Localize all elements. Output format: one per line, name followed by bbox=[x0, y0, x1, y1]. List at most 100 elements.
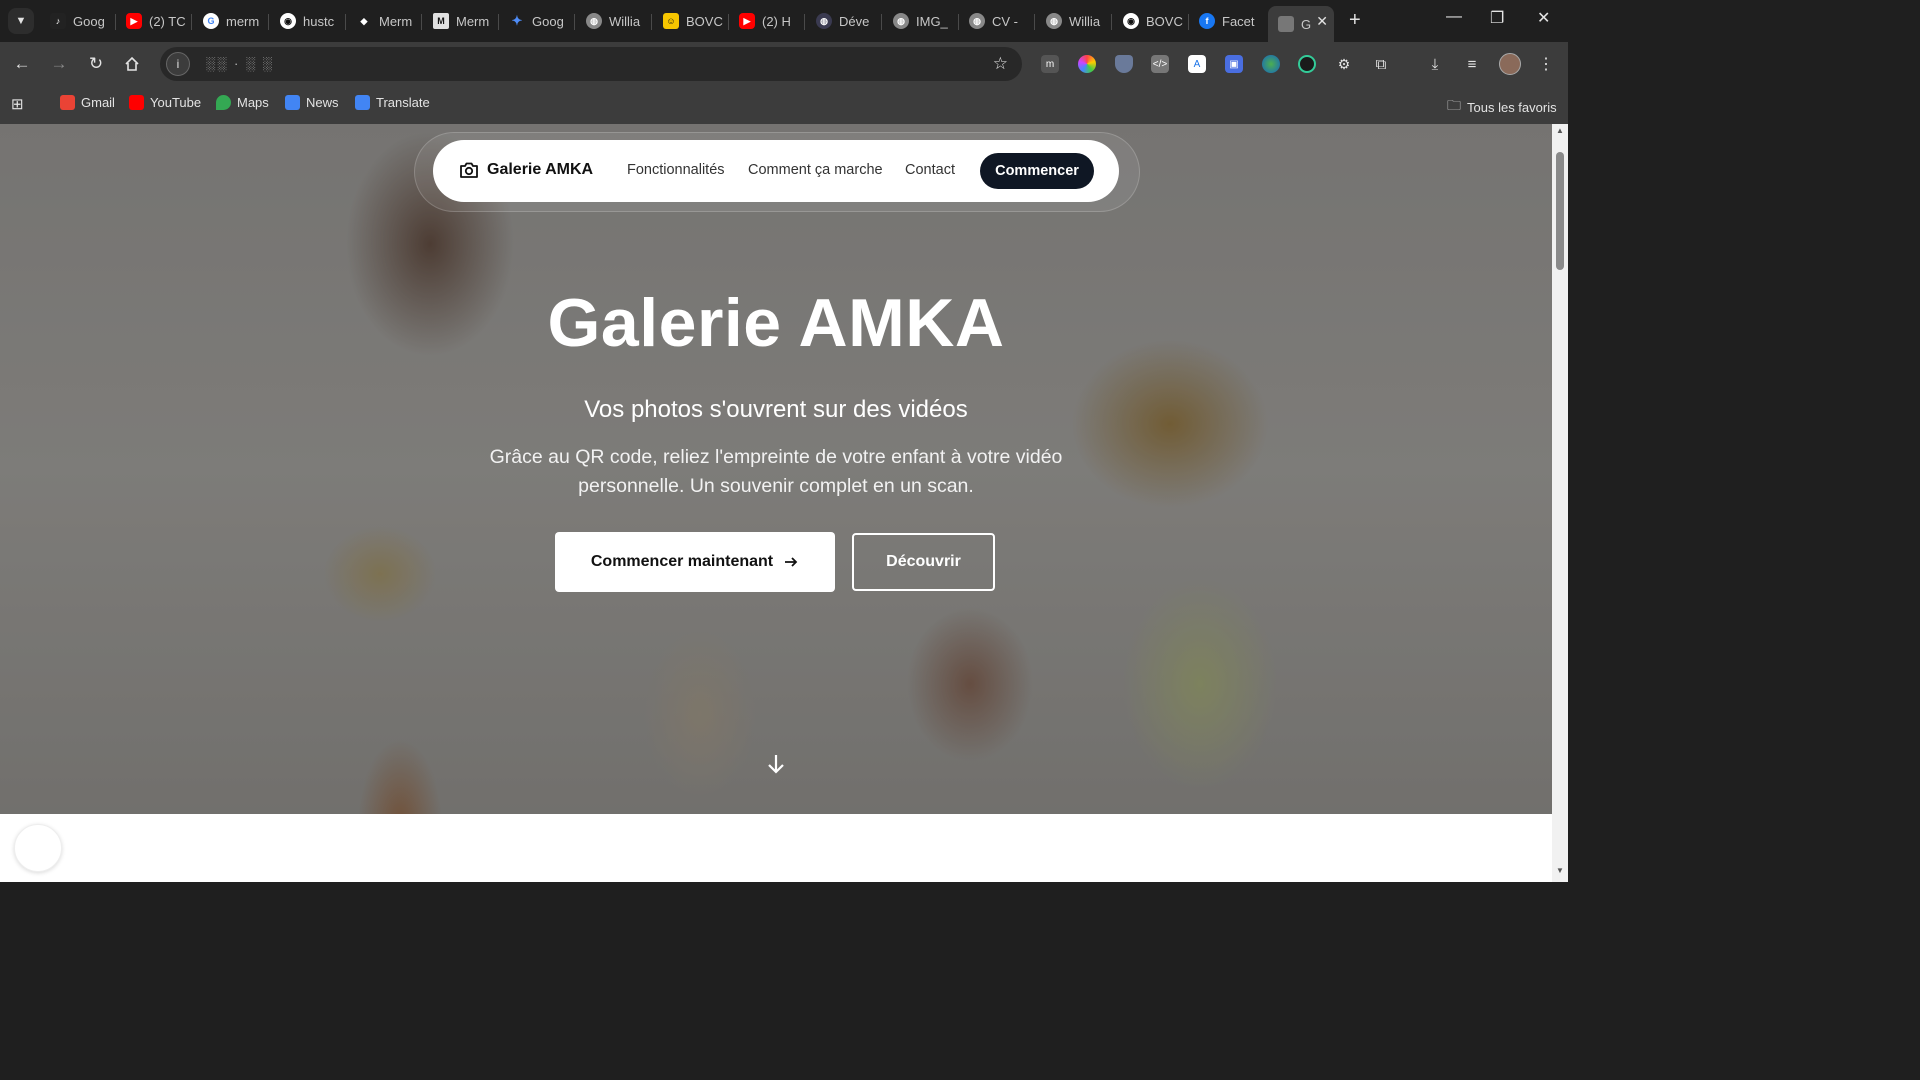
extension-window-icon[interactable]: ▣ bbox=[1225, 55, 1243, 73]
arrow-left-icon: ← bbox=[13, 54, 31, 73]
address-url: ░░ · ░ ░ bbox=[206, 56, 275, 71]
bookmarks-bar: ⊞ Gmail YouTube Maps News Translate 🗀 Tou… bbox=[0, 86, 1568, 124]
tab-15[interactable]: f Facet bbox=[1189, 6, 1265, 36]
globe-icon: ◍ bbox=[586, 13, 602, 29]
bookmark-translate[interactable]: Translate bbox=[355, 95, 430, 110]
home-button[interactable] bbox=[120, 52, 144, 76]
page-scrollbar[interactable]: ▲ ▼ bbox=[1552, 124, 1568, 882]
arrow-right-icon: → bbox=[50, 54, 68, 73]
restore-button[interactable]: ❐ bbox=[1490, 8, 1504, 28]
all-bookmarks-button[interactable]: 🗀 Tous les favoris bbox=[1447, 95, 1557, 119]
tiktok-icon: ♪ bbox=[50, 13, 66, 29]
start-now-button[interactable]: Commencer maintenant bbox=[555, 532, 835, 592]
site-info-icon[interactable]: i bbox=[166, 52, 190, 76]
extension-robot-icon[interactable]: ⚙ bbox=[1335, 55, 1353, 73]
back-button[interactable]: ← bbox=[10, 52, 34, 76]
bookmark-news[interactable]: News bbox=[285, 95, 339, 110]
tab-7[interactable]: ◍ Willia bbox=[576, 6, 652, 36]
scrollbar-thumb[interactable] bbox=[1556, 152, 1564, 270]
tab-favicon-icon bbox=[1278, 16, 1294, 32]
globe-icon: ◍ bbox=[816, 13, 832, 29]
github-icon: ◉ bbox=[1123, 13, 1139, 29]
new-tab-button[interactable]: + bbox=[1349, 9, 1361, 32]
hero-section: Galerie AMKA Fonctionnalités Comment ça … bbox=[0, 124, 1552, 814]
translate-icon bbox=[355, 95, 370, 110]
globe-icon: ◍ bbox=[1046, 13, 1062, 29]
brand-name: Galerie AMKA bbox=[487, 161, 594, 178]
tab-5[interactable]: M Merm bbox=[423, 6, 499, 36]
discover-button[interactable]: Découvrir bbox=[852, 533, 995, 591]
minimize-button[interactable]: — bbox=[1446, 8, 1462, 26]
tab-search-button[interactable]: ▼ bbox=[8, 8, 34, 34]
youtube-icon: ▶ bbox=[739, 13, 755, 29]
extension-a-icon[interactable]: A bbox=[1188, 55, 1206, 73]
nav-link-contact[interactable]: Contact bbox=[905, 162, 955, 178]
tab-9[interactable]: ▶ (2) H bbox=[729, 6, 805, 36]
globe-icon: ◍ bbox=[969, 13, 985, 29]
page-viewport: Galerie AMKA Fonctionnalités Comment ça … bbox=[0, 124, 1552, 882]
tab-0[interactable]: ♪ Goog bbox=[40, 6, 116, 36]
tab-4[interactable]: ◆ Merm bbox=[346, 6, 422, 36]
extensions-puzzle-icon[interactable]: ⧉ bbox=[1372, 55, 1390, 73]
tab-3[interactable]: ◉ hustc bbox=[270, 6, 346, 36]
forward-button[interactable]: → bbox=[47, 52, 71, 76]
facebook-icon: f bbox=[1199, 13, 1215, 29]
scroll-up-icon[interactable]: ▲ bbox=[1556, 126, 1564, 135]
site-brand[interactable]: Galerie AMKA bbox=[459, 161, 593, 179]
tab-8[interactable]: ☺ BOVC bbox=[653, 6, 729, 36]
arrow-right-icon bbox=[785, 557, 798, 567]
extension-code-icon[interactable]: </> bbox=[1151, 55, 1169, 73]
tab-active[interactable]: G ✕ bbox=[1268, 6, 1334, 42]
nav-start-button[interactable]: Commencer bbox=[980, 153, 1094, 189]
camera-icon bbox=[460, 162, 478, 178]
nav-link-how-it-works[interactable]: Comment ça marche bbox=[748, 162, 883, 178]
tab-1[interactable]: ▶ (2) TC bbox=[116, 6, 192, 36]
extension-globe-icon[interactable] bbox=[1262, 55, 1280, 73]
more-menu-icon[interactable]: ⋮ bbox=[1537, 55, 1555, 73]
gmail-icon bbox=[60, 95, 75, 110]
google-icon: G bbox=[203, 13, 219, 29]
nav-link-features[interactable]: Fonctionnalités bbox=[627, 162, 725, 178]
scroll-down-icon[interactable]: ▼ bbox=[1556, 866, 1564, 875]
tab-6[interactable]: ✦ Goog bbox=[499, 6, 575, 36]
tab-2[interactable]: Gmerm bbox=[193, 6, 269, 36]
tab-11[interactable]: ◍ IMG_ bbox=[883, 6, 959, 36]
floating-action-button[interactable] bbox=[14, 824, 62, 872]
extension-color-icon[interactable] bbox=[1078, 55, 1096, 73]
apps-grid-icon: ⊞ bbox=[11, 96, 24, 113]
site-navbar: Galerie AMKA Fonctionnalités Comment ça … bbox=[433, 140, 1119, 202]
hero-subtitle: Vos photos s'ouvrent sur des vidéos bbox=[584, 396, 968, 423]
tab-13[interactable]: ◍ Willia bbox=[1036, 6, 1112, 36]
media-control-icon[interactable]: ≡ bbox=[1463, 55, 1481, 73]
tab-12[interactable]: ◍ CV - bbox=[959, 6, 1035, 36]
close-tab-icon[interactable]: ✕ bbox=[1316, 13, 1328, 30]
profile-avatar[interactable] bbox=[1499, 53, 1521, 75]
gemini-icon: ✦ bbox=[511, 13, 523, 28]
youtube-icon bbox=[129, 95, 144, 110]
tab-14[interactable]: ◉ BOVC bbox=[1113, 6, 1189, 36]
bookmark-gmail[interactable]: Gmail bbox=[60, 95, 115, 110]
browser-toolbar: ← → ↻ i ░░ · ░ ░ ☆ m </> A ▣ ⚙ ⧉ ⤓ ≡ ⋮ bbox=[0, 42, 1568, 86]
start-now-label: Commencer maintenant bbox=[590, 553, 774, 570]
close-window-button[interactable]: ✕ bbox=[1537, 8, 1550, 28]
extension-circle-icon[interactable] bbox=[1298, 55, 1316, 73]
github-icon: ◉ bbox=[280, 13, 296, 29]
news-icon bbox=[285, 95, 300, 110]
download-icon[interactable]: ⤓ bbox=[1426, 55, 1444, 73]
bookmark-star-icon[interactable]: ☆ bbox=[993, 54, 1008, 74]
youtube-icon: ▶ bbox=[126, 13, 142, 29]
bookmark-maps[interactable]: Maps bbox=[216, 95, 269, 110]
bookmark-youtube[interactable]: YouTube bbox=[129, 95, 201, 110]
tab-10[interactable]: ◍ Déve bbox=[806, 6, 882, 36]
address-bar[interactable]: i ░░ · ░ ░ ☆ bbox=[160, 47, 1022, 81]
extension-m-icon[interactable]: m bbox=[1041, 55, 1059, 73]
mermaid-icon: ◆ bbox=[360, 15, 368, 26]
reload-button[interactable]: ↻ bbox=[84, 52, 108, 76]
folder-icon: 🗀 bbox=[1447, 97, 1461, 113]
shield-icon[interactable] bbox=[1115, 55, 1133, 73]
home-icon bbox=[125, 56, 139, 71]
m-icon: M bbox=[433, 13, 449, 29]
scroll-down-arrow-icon[interactable] bbox=[764, 752, 788, 776]
apps-grid-button[interactable]: ⊞ bbox=[11, 95, 24, 113]
tab-strip: ▼ ♪ Goog ▶ (2) TC Gmerm ◉ hustc ◆ Merm M Merm… bbox=[0, 0, 1568, 42]
